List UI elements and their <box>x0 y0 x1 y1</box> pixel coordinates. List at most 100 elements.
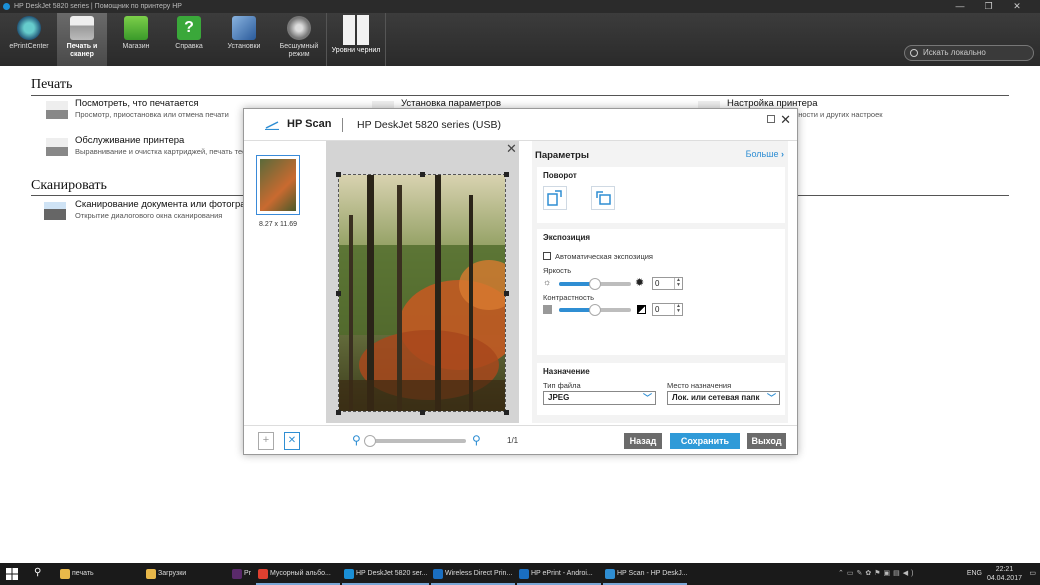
taskbar-item[interactable]: HP ePrint - Androi... <box>517 563 601 585</box>
dialog-minimize-button[interactable] <box>767 115 775 123</box>
toolbar-item-label: Магазин <box>122 43 150 50</box>
taskbar-item[interactable]: HP Scan - HP DeskJ... <box>603 563 687 585</box>
brightness-value: 0 <box>655 279 660 288</box>
chevron-right-icon: › <box>781 149 784 159</box>
clock-time: 22:21 <box>995 566 1014 573</box>
toolbar-item-quiet-mode[interactable]: Бесшумный режим <box>274 13 324 66</box>
taskbar-item[interactable]: Pr <box>230 563 254 585</box>
brightness-stepper[interactable]: 0 ▲ ▼ <box>652 277 683 290</box>
parameters-title: Параметры <box>535 150 589 161</box>
taskbar-app-icon <box>258 569 268 579</box>
taskbar-item[interactable]: HP DeskJet 5820 ser... <box>342 563 429 585</box>
taskbar-item[interactable]: Мусорный альбо... <box>256 563 340 585</box>
back-button[interactable]: Назад <box>624 433 662 449</box>
window-titlebar: HP DeskJet 5820 series | Помощник по при… <box>0 0 1040 13</box>
slider-knob[interactable] <box>589 304 601 316</box>
rotate-left-icon <box>547 190 562 206</box>
stepper-arrows-icon[interactable]: ▲ ▼ <box>674 304 682 315</box>
main-toolbar: ePrintCenter Печать и сканер Магазин ? С… <box>0 13 1040 66</box>
file-type-select[interactable]: JPEG ﹀ <box>543 391 656 405</box>
taskbar-item[interactable]: печать <box>58 563 142 585</box>
parameters-panel: Параметры Больше › Поворот Экспозиция Ав… <box>532 141 788 423</box>
tray-icons[interactable]: ⌃▭✎✿⚑▣▤◀) <box>838 563 958 585</box>
brightness-low-icon: ☼ <box>543 277 552 287</box>
dialog-header: HP Scan HP DeskJet 5820 series (USB) ✕ <box>244 109 797 141</box>
close-window-button[interactable]: ✕ <box>1004 0 1030 13</box>
taskbar-search-icon[interactable]: ⚲ <box>34 567 41 578</box>
search-placeholder: Искать локально <box>923 48 986 57</box>
crop-handle[interactable] <box>504 410 509 415</box>
crop-handle[interactable] <box>336 291 341 296</box>
clock-date: 04.04.2017 <box>986 575 1022 582</box>
brightness-high-icon: ✹ <box>635 277 645 289</box>
stepper-arrows-icon[interactable]: ▲ ▼ <box>674 278 682 289</box>
dialog-close-button[interactable]: ✕ <box>780 112 791 128</box>
brightness-slider[interactable] <box>559 278 631 290</box>
toolbar-item-label: Установки <box>227 43 261 50</box>
notifications-icon[interactable]: ▭ <box>1029 563 1036 585</box>
scanned-photo-preview[interactable] <box>338 174 506 412</box>
add-page-button[interactable]: + <box>258 432 274 450</box>
print-item-queue[interactable]: Посмотреть, что печатается Просмотр, при… <box>75 98 229 119</box>
dialog-footer: + ✕ ⚲ ⚲ 1/1 Назад Сохранить Выход <box>244 425 797 454</box>
taskbar-item[interactable]: Wireless Direct Prin... <box>431 563 515 585</box>
rotate-left-button[interactable] <box>543 186 567 210</box>
maximize-button[interactable]: ❐ <box>975 0 1001 13</box>
page-thumbnail[interactable] <box>256 155 300 215</box>
page-counter: 1/1 <box>507 436 519 445</box>
more-link-label: Больше <box>745 149 779 159</box>
rotate-right-button[interactable] <box>591 186 615 210</box>
toolbar-item-settings[interactable]: Установки <box>219 13 269 66</box>
exposure-title: Экспозиция <box>543 233 591 242</box>
contrast-stepper[interactable]: 0 ▲ ▼ <box>652 303 683 316</box>
crop-handle[interactable] <box>336 172 341 177</box>
scan-item-document[interactable]: Сканирование документа или фотограф Откр… <box>75 199 253 220</box>
toolbar-item-shop[interactable]: Магазин <box>111 13 161 66</box>
toolbar-item-label: Бесшумный режим <box>279 43 319 58</box>
scanner-icon <box>44 202 66 220</box>
destination-card: Назначение Тип файла JPEG ﹀ Место назнач… <box>537 363 785 415</box>
preview-close-icon[interactable]: ✕ <box>506 141 517 157</box>
zoom-slider[interactable] <box>364 435 466 447</box>
scan-section-title: Сканировать <box>31 178 107 193</box>
window-controls: — ❐ ✕ <box>947 0 1030 13</box>
toolbar-item-eprintcenter[interactable]: ePrintCenter <box>4 13 54 66</box>
destination-select[interactable]: Лок. или сетевая папк ﹀ <box>667 391 780 405</box>
zoom-in-icon[interactable]: ⚲ <box>472 433 481 447</box>
windows-start-icon[interactable] <box>6 568 18 580</box>
thumbnail-size-label: 8.27 x 11.69 <box>258 221 297 228</box>
search-input[interactable]: Искать локально <box>904 45 1034 61</box>
zoom-out-icon[interactable]: ⚲ <box>352 433 361 447</box>
slider-knob[interactable] <box>364 435 376 447</box>
toolbar-item-help[interactable]: ? Справка <box>164 13 214 66</box>
contrast-low-icon <box>543 305 552 314</box>
auto-exposure-checkbox[interactable] <box>543 252 551 260</box>
crop-handle[interactable] <box>420 410 425 415</box>
ink-levels-label: Уровни чернил <box>331 47 381 54</box>
scan-preview-area: ✕ <box>326 141 519 423</box>
toolbar-item-print-scan[interactable]: Печать и сканер <box>57 13 107 66</box>
eprint-globe-icon <box>17 16 41 40</box>
exit-button[interactable]: Выход <box>747 433 786 449</box>
clock[interactable]: 22:21 04.04.2017 <box>987 565 1022 583</box>
minimize-button[interactable]: — <box>947 0 973 13</box>
destination-title: Назначение <box>543 367 590 376</box>
crop-handle[interactable] <box>336 410 341 415</box>
save-button[interactable]: Сохранить <box>670 433 740 449</box>
more-link[interactable]: Больше › <box>746 149 784 159</box>
taskbar-item[interactable]: Загрузки <box>144 563 228 585</box>
contrast-label: Контрастность <box>543 293 595 302</box>
crop-handle[interactable] <box>504 172 509 177</box>
taskbar-item-label: печать <box>72 570 94 577</box>
delete-page-button[interactable]: ✕ <box>284 432 300 450</box>
crop-handle[interactable] <box>420 172 425 177</box>
language-indicator[interactable]: ENG <box>967 563 982 585</box>
ink-levels-button[interactable]: Уровни чернил <box>326 13 386 66</box>
forest-photo-image <box>339 175 505 411</box>
taskbar-item-label: Загрузки <box>158 570 187 577</box>
contrast-slider[interactable] <box>559 304 631 316</box>
slider-knob[interactable] <box>589 278 601 290</box>
taskbar-item-label: HP DeskJet 5820 ser... <box>356 570 428 577</box>
crop-handle[interactable] <box>504 291 509 296</box>
toolbar-item-label: Справка <box>175 43 203 50</box>
